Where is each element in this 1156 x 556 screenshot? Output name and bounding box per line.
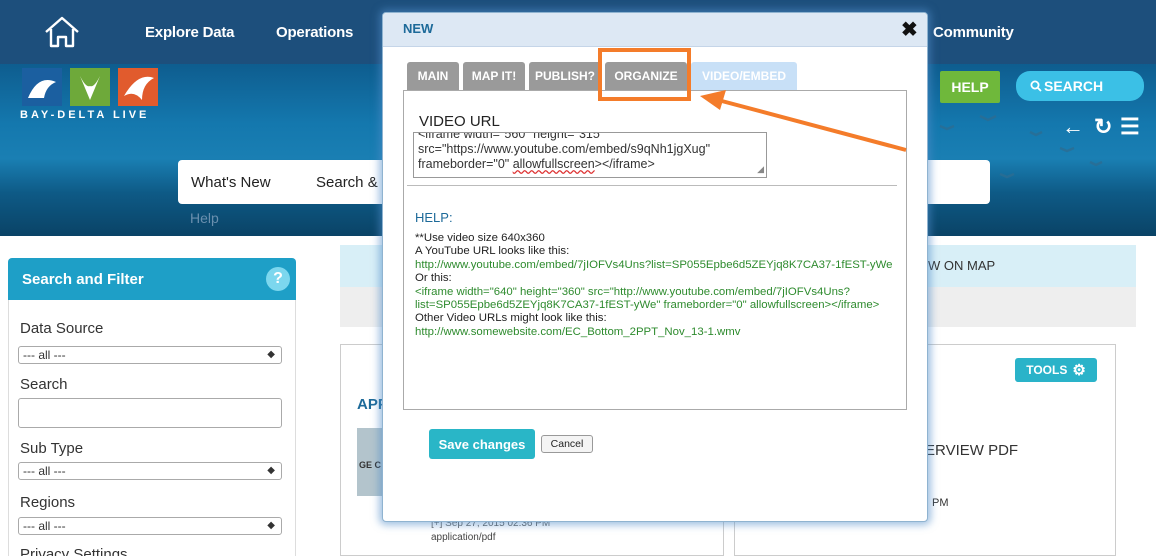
help-line: **Use video size 640x360 <box>415 232 545 244</box>
thumbnail-caption: GE C <box>359 460 382 470</box>
tools-label: TOOLS <box>1026 363 1068 377</box>
help-heading: HELP: <box>415 210 453 225</box>
logo-wordmark: BAY-DELTA LIVE <box>20 109 150 121</box>
banner-icon-group: ← ↻ ☰ <box>1062 114 1152 142</box>
search-input[interactable] <box>18 398 282 428</box>
subtype-label: Sub Type <box>20 440 84 457</box>
select-arrows-icon: ◆ <box>267 349 275 360</box>
regions-label: Regions <box>20 494 76 511</box>
nav-operations[interactable]: Operations <box>276 24 353 41</box>
regions-select[interactable]: --- all --- ◆ <box>18 517 282 535</box>
search-filter-header: Search and Filter ? <box>8 258 296 300</box>
help-line: Or this: <box>415 272 452 285</box>
cancel-button[interactable]: Cancel <box>541 435 593 453</box>
card-filetype: application/pdf <box>431 532 496 543</box>
help-line: A YouTube URL looks like this: <box>415 245 570 258</box>
nav-explore-data[interactable]: Explore Data <box>145 24 235 41</box>
refresh-icon[interactable]: ↻ <box>1094 114 1112 140</box>
nav-community[interactable]: Community <box>933 24 1014 41</box>
help-example-other: http://www.somewebsite.com/EC_Bottom_2PP… <box>415 325 741 338</box>
help-button[interactable]: HELP <box>940 71 1000 103</box>
data-source-value: --- all --- <box>23 348 66 362</box>
tab-map-it[interactable]: MAP IT! <box>463 62 525 90</box>
subnav-whats-new[interactable]: What's New <box>191 174 271 191</box>
video-url-label: VIDEO URL <box>419 113 500 130</box>
data-source-select[interactable]: --- all --- ◆ <box>18 346 282 364</box>
card-title-right[interactable]: ERVIEW PDF <box>925 442 1018 459</box>
spellcheck-word: allowfullscreen <box>512 157 595 171</box>
help-line: Other Video URLs might look like this: <box>415 312 607 325</box>
close-icon[interactable]: ✖ <box>901 17 918 42</box>
help-example-url: http://www.youtube.com/embed/7jIOFVs4Uns… <box>415 258 893 271</box>
search-button[interactable]: SEARCH <box>1016 71 1144 101</box>
search-label: SEARCH <box>1044 78 1104 94</box>
menu-icon[interactable]: ☰ <box>1120 114 1140 140</box>
search-filter-title: Search and Filter <box>22 271 144 288</box>
search-label: Search <box>20 376 68 393</box>
question-icon[interactable]: ? <box>266 267 290 291</box>
tools-button[interactable]: TOOLS ⚙ <box>1015 358 1097 382</box>
annotation-arrow-icon <box>700 90 907 152</box>
subtype-value: --- all --- <box>23 464 66 478</box>
select-arrows-icon: ◆ <box>267 520 275 531</box>
faint-help-link[interactable]: Help <box>190 210 219 226</box>
gear-icon: ⚙ <box>1072 362 1086 379</box>
home-icon[interactable] <box>40 12 84 52</box>
resize-handle-icon[interactable]: ◢ <box>757 162 764 177</box>
annotation-highlight-box <box>598 48 691 101</box>
tab-publish[interactable]: PUBLISH? <box>529 62 601 90</box>
dialog-header: NEW ✖ <box>383 13 927 47</box>
data-source-label: Data Source <box>20 320 104 337</box>
divider <box>407 185 897 186</box>
regions-value: --- all --- <box>23 519 66 533</box>
help-example-iframe: <iframe width="640" height="360" src="ht… <box>415 285 880 312</box>
back-arrow-icon[interactable]: ← <box>1062 114 1084 140</box>
video-url-fragment: frameborder="0" <box>418 157 513 171</box>
save-changes-button[interactable]: Save changes <box>429 429 535 459</box>
card-time: PM <box>932 497 949 509</box>
help-text: **Use video size 640x360 A YouTube URL l… <box>415 232 903 339</box>
subnav-search[interactable]: Search & <box>316 174 378 191</box>
search-icon <box>1030 80 1042 92</box>
dialog-title: NEW <box>403 21 434 36</box>
subtype-select[interactable]: --- all --- ◆ <box>18 462 282 480</box>
video-url-line: frameborder="0" allowfullscreen></iframe… <box>418 157 762 172</box>
tab-main[interactable]: MAIN <box>407 62 459 90</box>
select-arrows-icon: ◆ <box>267 465 275 476</box>
view-on-map-link[interactable]: W ON MAP <box>928 258 995 273</box>
privacy-label: Privacy Settings <box>20 546 128 556</box>
video-url-fragment: ></iframe> <box>594 157 655 171</box>
